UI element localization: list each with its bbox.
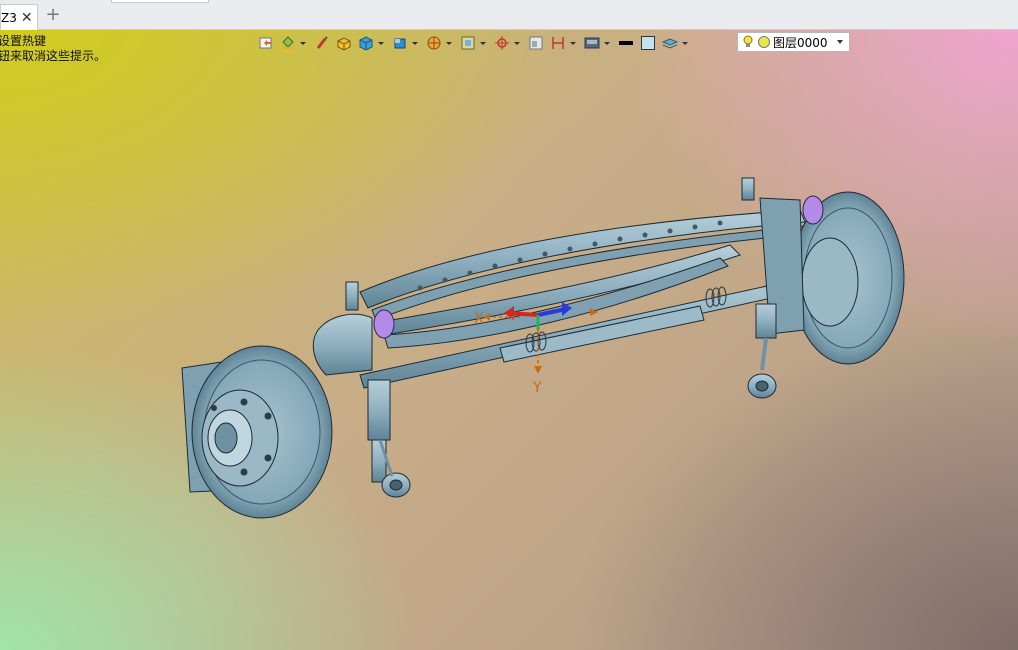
snap-target-dropdown[interactable] <box>514 33 520 53</box>
solid-box-icon <box>337 37 351 51</box>
fill-color-icon <box>641 36 655 50</box>
import-button[interactable] <box>256 33 276 53</box>
right-shock-absorber <box>747 303 777 399</box>
paint-bucket-dropdown[interactable] <box>300 33 306 53</box>
section-button[interactable] <box>424 33 444 53</box>
chevron-down-icon[interactable] <box>837 40 843 44</box>
line-color-button[interactable] <box>616 33 636 53</box>
tab-label: Z3 <box>1 10 17 25</box>
3d-viewport[interactable]: 设置热键 钮来取消这些提示。 X Y 图层0000 <box>0 30 1018 650</box>
display-icon <box>584 37 600 49</box>
layer-select[interactable]: 图层0000 <box>737 32 850 52</box>
line-color-icon <box>619 41 633 45</box>
solid-box-button[interactable] <box>334 33 354 53</box>
cube-dropdown[interactable] <box>378 33 384 53</box>
snap-target-icon <box>495 36 509 50</box>
snap-target-button[interactable] <box>492 33 512 53</box>
paint-bucket-button[interactable] <box>278 33 298 53</box>
view-toolbar <box>256 31 694 55</box>
fill-color-button[interactable] <box>638 33 658 53</box>
measure-dropdown[interactable] <box>570 33 576 53</box>
axis-y-label: Y <box>532 380 542 396</box>
frame-select-button[interactable] <box>458 33 478 53</box>
window-button[interactable] <box>526 33 546 53</box>
import-icon <box>259 37 272 49</box>
close-icon[interactable]: ✕ <box>21 11 33 25</box>
view-cube-icon <box>394 38 406 49</box>
tab-bar: Z3 ✕ + <box>0 0 1018 30</box>
top-input-field[interactable] <box>111 0 209 3</box>
window-icon <box>529 36 543 50</box>
frame-select-dropdown[interactable] <box>480 33 486 53</box>
paint-bucket-icon <box>282 36 294 49</box>
section-dropdown[interactable] <box>446 33 452 53</box>
right-marker <box>802 195 824 225</box>
section-icon <box>427 36 441 50</box>
tab-z3[interactable]: Z3 ✕ <box>0 4 38 30</box>
display-dropdown[interactable] <box>604 33 610 53</box>
axis-x-label: X <box>474 311 484 327</box>
measure-button[interactable] <box>548 33 568 53</box>
view-cube-dropdown[interactable] <box>412 33 418 53</box>
brush-icon <box>316 36 328 49</box>
new-tab-button[interactable]: + <box>44 6 62 24</box>
left-shock-absorber <box>312 281 411 498</box>
layer-color-icon <box>758 36 770 48</box>
view-cube-button[interactable] <box>390 33 410 53</box>
suspension-model[interactable]: X Y <box>0 30 1018 650</box>
left-marker <box>373 309 395 339</box>
layers-icon <box>662 38 678 49</box>
brush-button[interactable] <box>312 33 332 53</box>
frame-select-icon <box>461 36 475 50</box>
left-brake-disc <box>181 345 333 519</box>
layers-button[interactable] <box>660 33 680 53</box>
lightbulb-icon <box>743 35 753 47</box>
display-button[interactable] <box>582 33 602 53</box>
measure-icon <box>552 37 564 49</box>
cube-button[interactable] <box>356 33 376 53</box>
layer-select-value: 图层0000 <box>773 35 828 50</box>
layers-dropdown[interactable] <box>682 33 688 53</box>
cube-icon <box>359 36 373 51</box>
